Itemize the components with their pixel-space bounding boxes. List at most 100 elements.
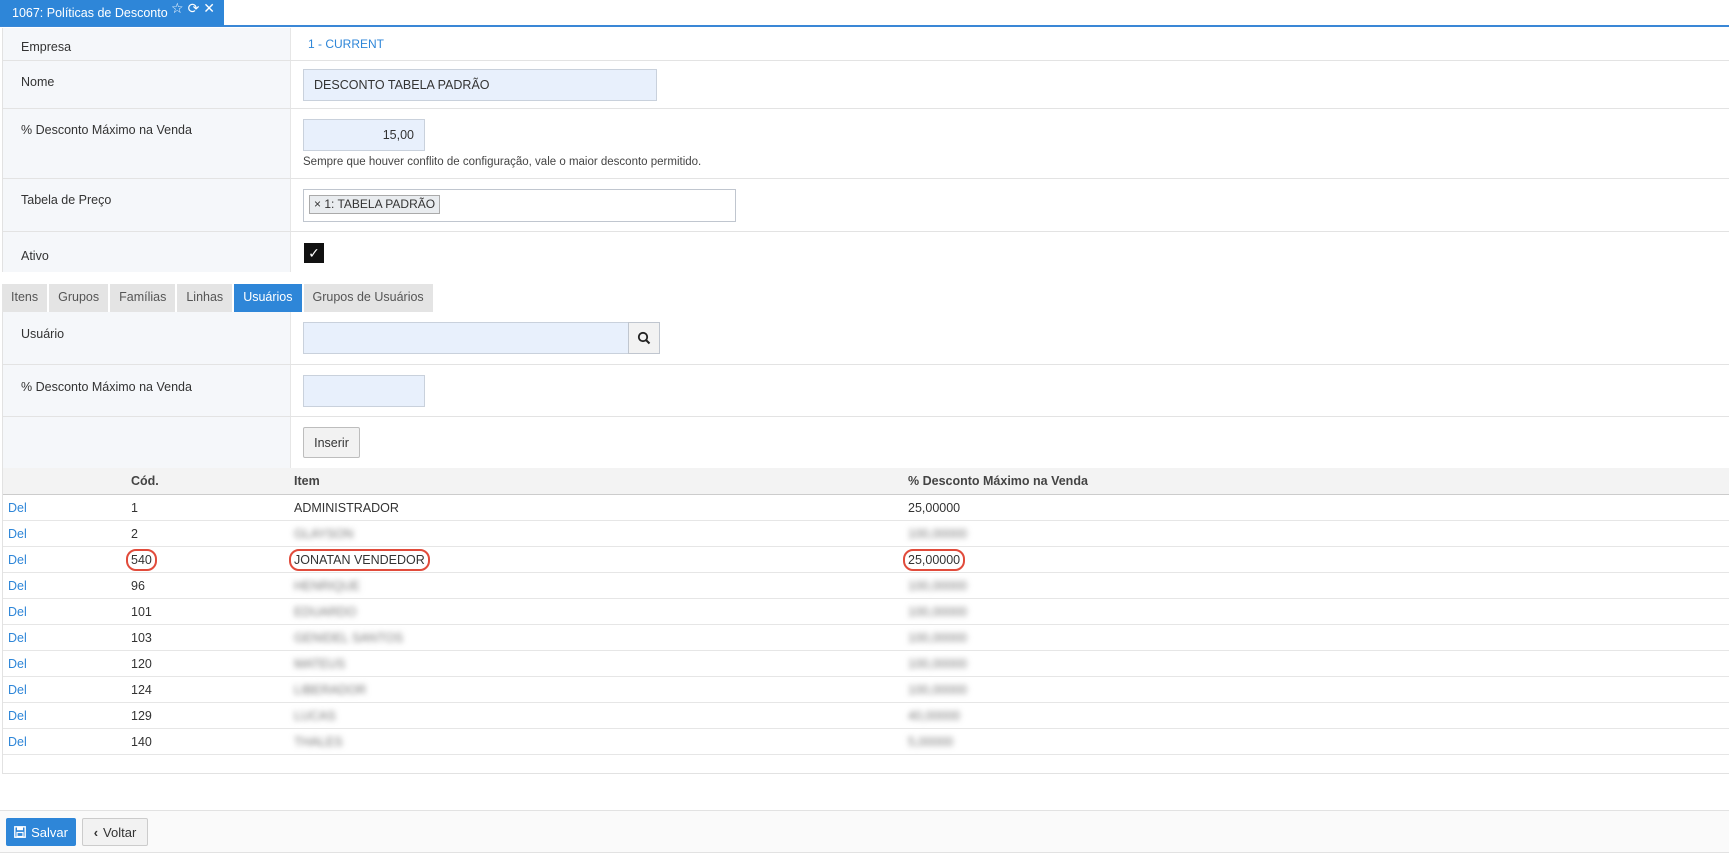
cell-cod: 540 <box>126 548 157 571</box>
usuario-desconto-label: % Desconto Máximo na Venda <box>3 365 291 416</box>
cell-cod: 2 <box>131 526 138 541</box>
cell-cod: 1 <box>131 500 138 515</box>
delete-link[interactable]: Del <box>8 631 27 645</box>
cell-desconto: 100,00000 <box>908 656 968 671</box>
cell-item: LUCAS <box>294 708 336 723</box>
delete-link[interactable]: Del <box>8 683 27 697</box>
table-row: Del 101 EDUARDO 100,00000 <box>3 599 1729 625</box>
desconto-hint: Sempre que houver conflito de configuraç… <box>303 156 702 168</box>
usuario-search-button[interactable] <box>628 322 660 354</box>
usuario-row: Usuário <box>3 312 1729 365</box>
cell-cod: 140 <box>131 734 152 749</box>
table-header: Cód. Item % Desconto Máximo na Venda <box>3 468 1729 495</box>
cell-cod: 124 <box>131 682 152 697</box>
empresa-row: Empresa 1 - CURRENT <box>3 28 1729 61</box>
cell-desconto: 100,00000 <box>908 526 968 541</box>
document-tab[interactable]: 1067: Políticas de Desconto ☆⟳✕ <box>0 0 224 26</box>
cell-desconto: 25,00000 <box>902 548 966 571</box>
subtabs: Itens Grupos Famílias Linhas Usuários Gr… <box>2 284 435 312</box>
back-label: Voltar <box>103 824 137 840</box>
tabela-label: Tabela de Preço <box>3 179 291 231</box>
delete-link[interactable]: Del <box>8 735 27 749</box>
cell-desconto: 5,00000 <box>908 734 954 749</box>
table-row: Del 103 GENIDEL SANTOS 100,00000 <box>3 625 1729 651</box>
cell-desconto: 100,00000 <box>908 604 968 619</box>
tabela-chip: × 1: TABELA PADRÃO <box>309 195 441 214</box>
star-icon[interactable]: ☆ <box>171 0 188 16</box>
empresa-value[interactable]: 1 - CURRENT <box>308 37 384 51</box>
tab-linhas[interactable]: Linhas <box>177 284 233 312</box>
nome-row: Nome DESCONTO TABELA PADRÃO <box>3 61 1729 109</box>
delete-link[interactable]: Del <box>8 501 27 515</box>
cell-item: JONATAN VENDEDOR <box>289 548 430 571</box>
nome-label: Nome <box>3 61 291 108</box>
delete-link[interactable]: Del <box>8 579 27 593</box>
cell-desconto: 40,00000 <box>908 708 961 723</box>
cell-cod: 101 <box>131 604 152 619</box>
table-row: Del 140 THALES 5,00000 <box>3 729 1729 755</box>
cell-item: HENRIQUE <box>294 578 360 593</box>
ativo-row: Ativo ✓ <box>3 232 1729 272</box>
empresa-label: Empresa <box>3 28 291 60</box>
desconto-label: % Desconto Máximo na Venda <box>3 109 291 178</box>
inserir-button[interactable]: Inserir <box>303 427 360 458</box>
chip-label: 1: TABELA PADRÃO <box>324 197 436 211</box>
table-row: Del 129 LUCAS 40,00000 <box>3 703 1729 729</box>
table-row: Del 2 GLAYSON 100,00000 <box>3 521 1729 547</box>
cell-desconto: 100,00000 <box>908 682 968 697</box>
table-body: Del 1 ADMINISTRADOR 25,00000 Del 2 GLAYSON 100,… <box>3 495 1729 755</box>
save-button[interactable]: Salvar <box>6 818 76 846</box>
chevron-left-icon: ‹ <box>93 824 99 840</box>
cell-cod: 96 <box>131 578 145 593</box>
close-icon[interactable]: ✕ <box>203 0 219 16</box>
ativo-label: Ativo <box>3 232 291 272</box>
cell-item: GLAYSON <box>294 526 354 541</box>
window-tab-bar: 1067: Políticas de Desconto ☆⟳✕ <box>0 0 1729 27</box>
tab-icons: ☆⟳✕ <box>171 0 219 17</box>
table-row: Del 96 HENRIQUE 100,00000 <box>3 573 1729 599</box>
save-icon <box>14 826 26 838</box>
tab-itens[interactable]: Itens <box>2 284 48 312</box>
delete-link[interactable]: Del <box>8 709 27 723</box>
cell-item: THALES <box>294 734 343 749</box>
cell-cod: 120 <box>131 656 152 671</box>
save-label: Salvar <box>31 824 68 840</box>
ativo-checkbox[interactable]: ✓ <box>304 243 324 263</box>
usuarios-table: Cód. Item % Desconto Máximo na Venda Del… <box>2 468 1729 774</box>
delete-link[interactable]: Del <box>8 657 27 671</box>
tabela-select[interactable]: × 1: TABELA PADRÃO <box>303 189 736 222</box>
document-tab-title: 1067: Políticas de Desconto <box>12 6 168 20</box>
header-action <box>3 468 131 494</box>
cell-item: ADMINISTRADOR <box>294 500 399 515</box>
cell-desconto: 25,00000 <box>908 500 961 515</box>
header-cod[interactable]: Cód. <box>131 468 294 494</box>
cell-desconto: 100,00000 <box>908 578 968 593</box>
cell-cod: 103 <box>131 630 152 645</box>
usuario-desconto-row: % Desconto Máximo na Venda <box>3 365 1729 417</box>
main-form: Empresa 1 - CURRENT Nome DESCONTO TABELA… <box>2 28 1729 272</box>
cell-item: MATEUS <box>294 656 346 671</box>
search-icon <box>637 331 651 345</box>
cell-cod: 129 <box>131 708 152 723</box>
cell-item: GENIDEL SANTOS <box>294 630 404 645</box>
table-row: Del 120 MATEUS 100,00000 <box>3 651 1729 677</box>
tab-usuarios[interactable]: Usuários <box>234 284 302 312</box>
delete-link[interactable]: Del <box>8 605 27 619</box>
header-item[interactable]: Item <box>294 468 908 494</box>
desconto-input[interactable]: 15,00 <box>303 119 425 151</box>
desconto-row: % Desconto Máximo na Venda 15,00 Sempre … <box>3 109 1729 179</box>
tab-grupos-usuarios[interactable]: Grupos de Usuários <box>303 284 433 312</box>
tab-familias[interactable]: Famílias <box>110 284 176 312</box>
chip-remove-icon[interactable]: × <box>314 197 321 211</box>
delete-link[interactable]: Del <box>8 527 27 541</box>
refresh-icon[interactable]: ⟳ <box>188 0 204 16</box>
back-button[interactable]: ‹ Voltar <box>82 818 148 846</box>
header-desconto[interactable]: % Desconto Máximo na Venda <box>908 468 1729 494</box>
tabela-row: Tabela de Preço × 1: TABELA PADRÃO <box>3 179 1729 232</box>
delete-link[interactable]: Del <box>8 553 27 567</box>
tab-grupos[interactable]: Grupos <box>49 284 109 312</box>
usuario-desconto-input[interactable] <box>303 375 425 407</box>
table-row: Del 540 JONATAN VENDEDOR 25,00000 <box>3 547 1729 573</box>
usuario-input[interactable] <box>303 322 629 354</box>
nome-input[interactable]: DESCONTO TABELA PADRÃO <box>303 69 657 101</box>
